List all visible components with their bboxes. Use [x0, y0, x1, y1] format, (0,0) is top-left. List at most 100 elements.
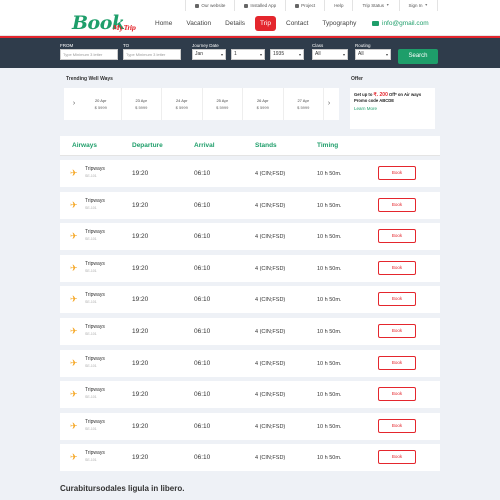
day-select[interactable]: 1 ▾ — [231, 49, 265, 60]
envelope-icon — [372, 21, 379, 26]
trending-date-item[interactable]: 25 Apr $ 5999 — [203, 88, 243, 120]
class-select[interactable]: All ▾ — [312, 49, 348, 60]
routing-group: Routing All ▾ — [355, 42, 391, 60]
search-button[interactable]: Search — [398, 49, 438, 64]
airline-name: Tripways — [85, 260, 105, 267]
trending-date-item[interactable]: 23 Apr $ 5999 — [122, 88, 162, 120]
flight-code: SE-101 — [85, 174, 97, 178]
chevron-down-icon: ▾ — [385, 52, 388, 57]
nav-home[interactable]: Home — [148, 16, 179, 31]
table-row: ✈ Tripways SE-101 19:20 06:10 4 (CIN;FSD) 10 h… — [60, 254, 440, 282]
from-input[interactable]: Type Minimum 3 letter — [60, 49, 118, 60]
nav-typography[interactable]: Typography — [315, 16, 363, 31]
promo-code: Promo code ABCDE — [354, 98, 395, 103]
trending-price: $ 5999 — [256, 105, 269, 110]
book-button[interactable]: Book — [378, 387, 416, 402]
airplane-icon: ✈ — [70, 231, 78, 242]
topbar-help[interactable]: Help — [325, 0, 354, 11]
arrival-time: 06:10 — [194, 233, 211, 241]
chevron-down-icon: ▼ — [386, 3, 390, 7]
trending-date-item[interactable]: 27 Apr $ 5999 — [284, 88, 324, 120]
trending-date: 26 Apr — [256, 98, 269, 103]
learn-more-link[interactable]: Learn More — [354, 106, 431, 112]
trending-date: 25 Apr — [216, 98, 229, 103]
topbar-installed-app[interactable]: Installed App — [235, 0, 287, 11]
timing: 10 h 50m. — [317, 297, 342, 304]
flight-code: SE-101 — [85, 395, 97, 400]
journey-date-label: Journey Date — [192, 43, 219, 48]
topbar-trip-status[interactable]: Trip Status ▼ — [353, 0, 400, 11]
flight-code: SE-101 — [85, 458, 97, 463]
chevron-right-icon[interactable]: › — [324, 96, 334, 112]
airplane-icon: ✈ — [70, 452, 78, 463]
trending-price: $ 5999 — [94, 105, 107, 110]
topbar-sign-in[interactable]: Sign In ▼ — [400, 0, 438, 11]
col-departure: Departure — [132, 142, 163, 149]
nav-details[interactable]: Details — [218, 16, 252, 31]
flight-code: SE-101 — [85, 237, 97, 242]
table-row: ✈ Tripways SE-101 19:20 06:10 4 (CIN;FSD) 10 h… — [60, 349, 440, 377]
nav-trip[interactable]: Trip — [255, 16, 276, 31]
airplane-icon: ✈ — [70, 389, 78, 400]
trending-price: $ 5999 — [216, 105, 229, 110]
book-button[interactable]: Book — [378, 229, 416, 244]
table-row: ✈ Tripways SE-101 19:20 06:10 4 (CIN;FSD) 10 h… — [60, 191, 440, 219]
nav-contact[interactable]: Contact — [279, 16, 315, 31]
timing: 10 h 50m. — [317, 423, 342, 430]
trending-date-item[interactable]: 24 Apr $ 5999 — [162, 88, 203, 120]
flight-code: SE-101 — [85, 363, 97, 368]
airline-name: Tripways — [85, 166, 105, 172]
table-row: ✈ Tripways SE-101 19:20 06:10 4 (CIN;FSD) 10 h… — [60, 223, 440, 251]
arrival-time: 06:10 — [194, 328, 211, 335]
book-button[interactable]: Book — [378, 450, 416, 465]
book-button[interactable]: Book — [378, 418, 416, 433]
col-arrival: Arrival — [194, 142, 215, 149]
stands: 4 (CIN;FSD) — [255, 202, 286, 209]
airline-name: Tripways — [85, 197, 105, 204]
trending-carousel: › 20 Apr $ 5999 23 Apr $ 5999 24 Apr $ 5999 25… — [64, 88, 339, 120]
airplane-icon: ✈ — [70, 326, 78, 336]
trending-date-item[interactable]: 20 Apr $ 5999 — [81, 88, 122, 120]
year-select[interactable]: 1935 ▾ — [270, 49, 304, 60]
airplane-icon: ✈ — [70, 199, 78, 210]
arrival-time: 06:10 — [194, 391, 211, 399]
offer-card: Get up to ₹. 200 Off* on Air ways Promo … — [350, 88, 435, 129]
timing: 10 h 50m. — [317, 265, 342, 272]
flight-code: SE-101 — [85, 332, 97, 336]
book-button[interactable]: Book — [378, 166, 416, 180]
month-select[interactable]: Jan ▾ — [192, 49, 226, 60]
trending-price: $ 5999 — [175, 105, 188, 110]
book-button[interactable]: Book — [378, 260, 416, 275]
site-logo[interactable]: Book My Trip — [72, 12, 136, 34]
stands: 4 (CIN;FSD) — [255, 329, 286, 335]
arrival-time: 06:10 — [194, 264, 211, 272]
book-button[interactable]: Book — [378, 292, 416, 307]
stands: 4 (CIN;FSD) — [255, 455, 286, 462]
routing-select[interactable]: All ▾ — [355, 49, 391, 60]
email-link[interactable]: info@gmail.com — [372, 20, 429, 27]
nav-vacation[interactable]: Vacation — [179, 16, 218, 31]
chevron-left-icon[interactable]: › — [69, 96, 79, 112]
to-input[interactable]: Type Minimum 3 letter — [123, 49, 181, 60]
arrival-time: 06:10 — [194, 170, 211, 177]
flight-code: SE-101 — [85, 205, 97, 210]
airline-name: Tripways — [85, 324, 105, 330]
topbar-project[interactable]: Project — [286, 0, 326, 11]
trending-price: $ 5999 — [135, 105, 148, 110]
chevron-down-icon: ▾ — [342, 52, 345, 57]
book-button[interactable]: Book — [378, 197, 416, 212]
departure-time: 19:20 — [132, 264, 149, 272]
departure-time: 19:20 — [132, 359, 149, 367]
stands: 4 (CIN;FSD) — [255, 392, 286, 399]
book-button[interactable]: Book — [378, 324, 416, 338]
chevron-down-icon: ▼ — [424, 3, 428, 7]
table-row: ✈ Tripways SE-101 19:20 06:10 4 (CIN;FSD) 10 h… — [60, 318, 440, 345]
class-group: Class All ▾ — [312, 42, 348, 60]
book-button[interactable]: Book — [378, 355, 416, 370]
trending-date-item[interactable]: 26 Apr $ 5999 — [243, 88, 284, 120]
stands: 4 (CIN;FSD) — [255, 423, 286, 430]
stands: 4 (CIN;FSD) — [255, 297, 286, 304]
topbar-our-website[interactable]: Our website — [186, 0, 236, 11]
trending-date: 23 Apr — [135, 98, 148, 103]
trending-dates: 20 Apr $ 5999 23 Apr $ 5999 24 Apr $ 5999 25 A… — [81, 88, 324, 120]
